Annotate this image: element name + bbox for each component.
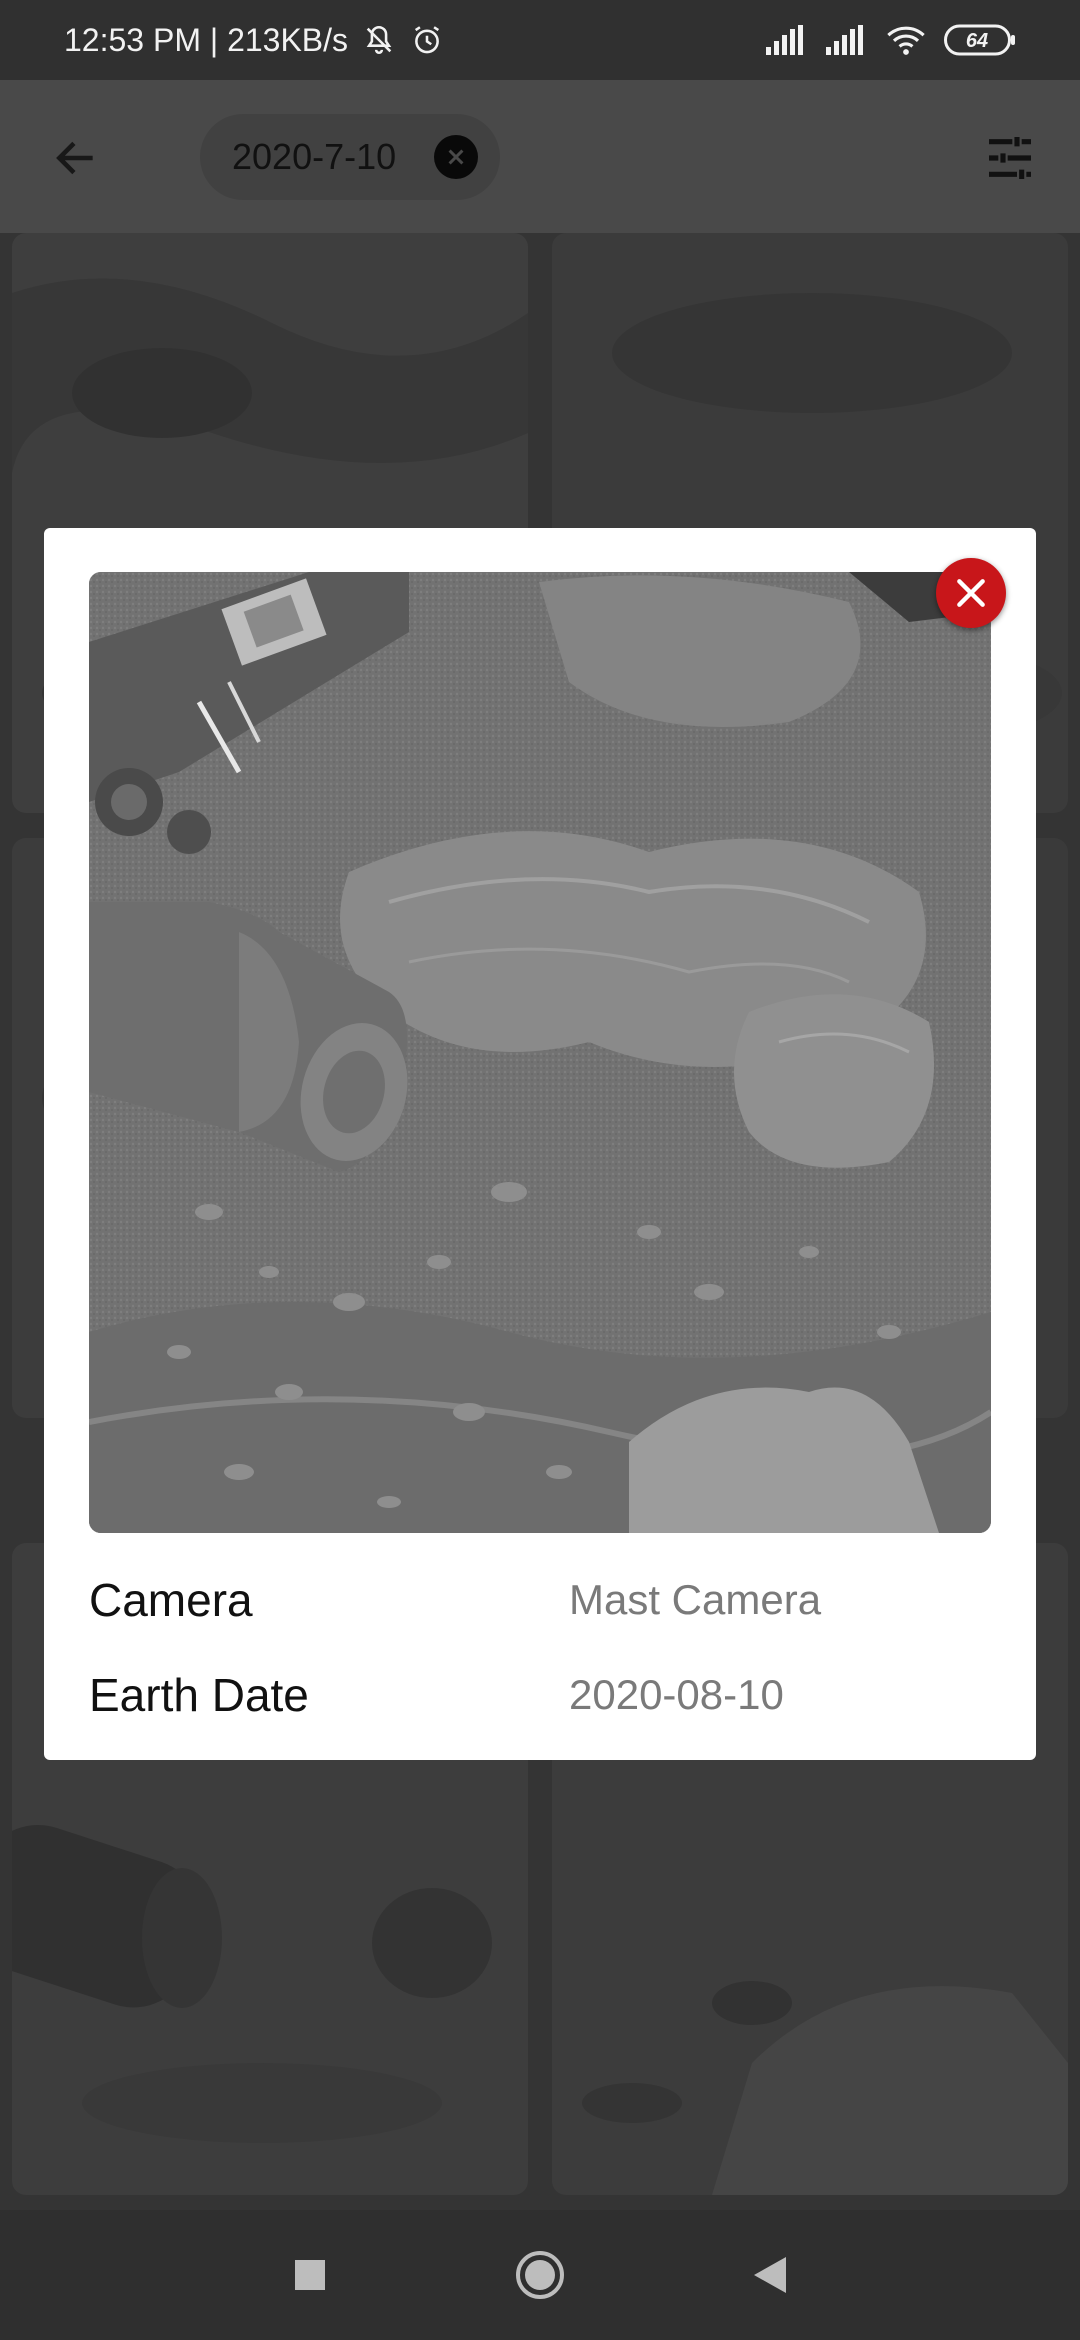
bell-off-icon <box>362 23 396 57</box>
alarm-icon <box>410 23 444 57</box>
close-dialog-button[interactable] <box>936 558 1006 628</box>
signal-icon <box>766 25 808 55</box>
system-nav-bar <box>0 2210 1080 2340</box>
status-time: 12:53 PM | 213KB/s <box>64 21 349 58</box>
camera-value: Mast Camera <box>569 1576 822 1623</box>
status-right: 64 <box>766 24 1016 56</box>
earth-date-label: Earth Date <box>89 1669 309 1721</box>
close-icon <box>957 579 985 607</box>
camera-label: Camera <box>89 1574 253 1626</box>
recents-button[interactable] <box>270 2235 350 2315</box>
status-bar: 12:53 PM | 213KB/s 64 <box>0 0 1080 80</box>
battery-icon: 64 <box>944 24 1016 56</box>
screen: 12:53 PM | 213KB/s 64 2020-7-10 Camera M… <box>0 0 1080 2340</box>
triangle-back-icon <box>754 2257 786 2293</box>
earth-date-value: 2020-08-10 <box>569 1671 784 1718</box>
circle-home-icon <box>516 2251 564 2299</box>
wifi-icon <box>886 24 926 56</box>
earth-date-row: Earth Date 2020-08-10 <box>89 1650 991 1740</box>
square-recents-icon <box>295 2260 325 2290</box>
system-back-button[interactable] <box>730 2235 810 2315</box>
camera-row: Camera Mast Camera <box>89 1555 991 1645</box>
signal-icon <box>826 25 868 55</box>
battery-level: 64 <box>966 30 988 52</box>
rover-photo <box>89 572 991 1533</box>
photo-detail-dialog: Camera Mast Camera Earth Date 2020-08-10 <box>44 528 1036 1760</box>
status-left: 12:53 PM | 213KB/s <box>64 22 766 59</box>
home-button[interactable] <box>500 2235 580 2315</box>
